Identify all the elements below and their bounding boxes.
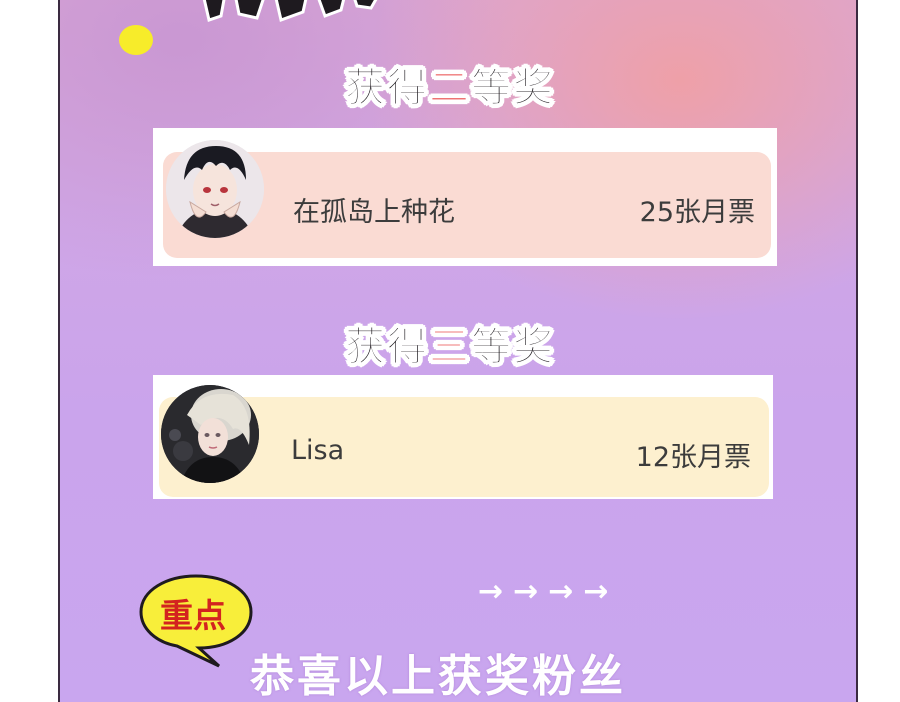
bubble-label: 重点 <box>160 596 226 635</box>
winner-votes: 12张月票 <box>635 442 751 473</box>
third-prize-winner-card: Lisa 12张月票 <box>153 375 773 499</box>
winner-avatar <box>161 385 259 483</box>
decorative-arrows: →→→→ <box>478 574 619 609</box>
heading-suffix: 等奖 <box>471 324 555 371</box>
second-prize-heading: 获得二等奖 <box>0 55 900 113</box>
avatar-anime-boy-icon <box>166 140 264 238</box>
heading-prefix: 获得 <box>345 65 429 112</box>
winner-name: Lisa <box>291 435 345 466</box>
winner-votes: 25张月票 <box>639 197 755 228</box>
top-title-graphic-icon <box>202 0 378 22</box>
avatar-anime-girl-icon <box>161 385 259 483</box>
heading-suffix: 等奖 <box>471 65 555 112</box>
winner-avatar <box>166 140 264 238</box>
heading-prefix: 获得 <box>345 324 429 371</box>
heading-rank: 三 <box>429 324 471 371</box>
second-prize-winner-card: 在孤岛上种花 25张月票 <box>153 128 777 266</box>
congratulations-text: 恭喜以上获奖粉丝 <box>250 651 626 702</box>
announcement-canvas: 获得二等奖 在孤岛上种花 25张月票 获得三等奖 Lisa 12张月票 →→→→… <box>0 0 900 702</box>
decorative-yellow-dot-icon <box>119 25 153 55</box>
heading-rank: 二 <box>429 65 471 112</box>
third-prize-heading: 获得三等奖 <box>0 314 900 372</box>
winner-name: 在孤岛上种花 <box>293 197 455 228</box>
